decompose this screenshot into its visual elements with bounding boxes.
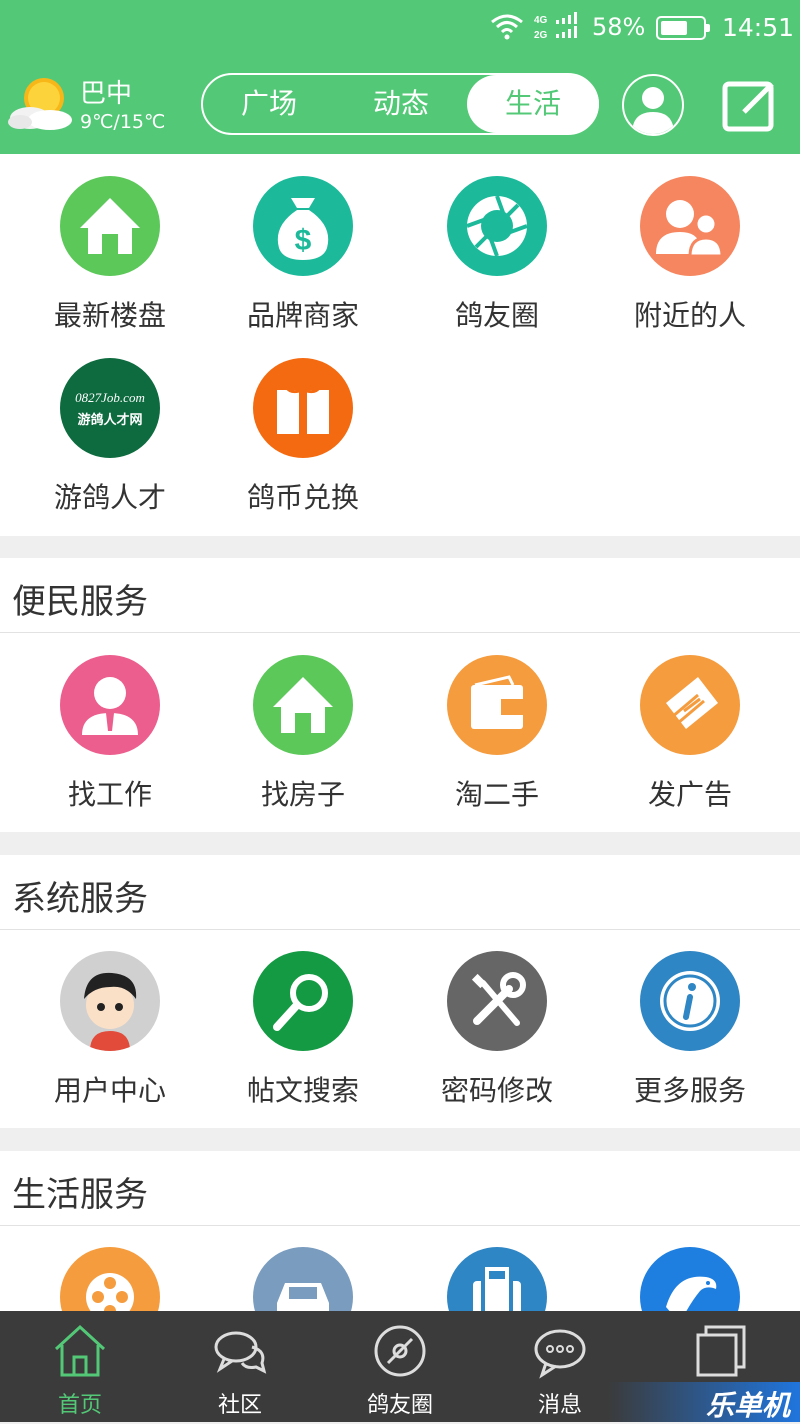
nav-home[interactable]: 首页	[0, 1311, 160, 1422]
grid-item-label: 更多服务	[633, 1074, 746, 1107]
watermark-text: 乐单机	[705, 1389, 790, 1422]
tab-square[interactable]: 广场	[203, 75, 335, 133]
svg-text:0827Job.com: 0827Job.com	[75, 390, 145, 405]
house-icon	[60, 176, 160, 276]
grid-item-label: 游鸽人才	[53, 481, 166, 514]
film-reel-icon	[60, 1247, 160, 1311]
nav-label: 鸽友圈	[366, 1393, 433, 1418]
chat-bubbles-icon	[214, 1331, 267, 1374]
grid-item-label: 淘二手	[454, 778, 539, 811]
tools-icon	[447, 951, 547, 1051]
grid-item-label: 发广告	[647, 778, 732, 811]
svg-text:2G: 2G	[534, 30, 548, 41]
disc-icon	[374, 1325, 426, 1377]
car-icon	[253, 1247, 353, 1311]
status-bar: 4G 2G 58% 14:51	[0, 0, 800, 56]
section-header: 便民服务	[0, 558, 800, 633]
grid-item-label: 鸽币兑换	[246, 481, 359, 514]
nav-community[interactable]: 社区	[160, 1311, 320, 1422]
user-avatar-icon	[632, 87, 674, 134]
grid-item-label: 找房子	[260, 778, 345, 811]
section-system: 系统服务 用户中心 帖文搜索 密码修改 更多服务	[0, 855, 800, 1128]
grid-item-label: 品牌商家	[246, 299, 359, 332]
search-icon	[253, 951, 353, 1051]
battery-percentage: 58%	[592, 13, 646, 41]
svg-text:$: $	[295, 224, 312, 257]
home-icon	[54, 1324, 106, 1377]
newspaper-icon	[640, 655, 740, 755]
top-bar: 4G 2G 58% 14:51 巴中 9℃/15℃ 广场 动态 生活	[0, 0, 800, 154]
segmented-tabs: 广场 动态 生活	[201, 73, 599, 135]
clock: 14:51	[722, 13, 795, 42]
section-convenience: 便民服务 找工作 找房子 淘二手 发广告	[0, 558, 800, 832]
info-icon	[640, 951, 740, 1051]
grid-item-label: 附近的人	[633, 299, 746, 332]
wallet-icon	[447, 655, 547, 755]
grid-item-label: 密码修改	[440, 1074, 553, 1107]
section-title: 生活服务	[12, 1175, 148, 1215]
grid-item-label: 帖文搜索	[246, 1074, 359, 1107]
job-logo-icon: 0827Job.com 游鸽人才网	[60, 358, 160, 458]
tab-dynamics[interactable]: 动态	[335, 75, 467, 133]
battery-icon	[656, 16, 710, 40]
grid-item-label: 鸽友圈	[454, 299, 539, 332]
aperture-icon	[447, 176, 547, 276]
section-life: 生活服务	[0, 1151, 800, 1311]
money-bag-icon: $	[253, 176, 353, 276]
people-icon	[640, 176, 740, 276]
nav-pigeon-circle[interactable]: 鸽友圈	[320, 1311, 480, 1422]
svg-text:游鸽人才网: 游鸽人才网	[77, 412, 142, 428]
grid-item-label: 最新楼盘	[53, 299, 166, 332]
dolphin-icon	[640, 1247, 740, 1311]
wifi-icon	[491, 14, 523, 40]
message-icon	[534, 1329, 586, 1379]
signal-icon: 4G 2G	[534, 12, 577, 41]
watermark: 乐单机	[608, 1382, 800, 1422]
section-title: 便民服务	[12, 582, 148, 622]
section-header: 系统服务	[0, 855, 800, 930]
grid-item-label: 找工作	[67, 778, 152, 811]
weather-city: 巴中	[80, 79, 133, 109]
quick-grid: 最新楼盘 $ 品牌商家 鸽友圈 附近的人 0827Job.com 游鸽人才网 游…	[0, 154, 800, 536]
gift-icon	[253, 358, 353, 458]
windows-icon	[696, 1325, 746, 1377]
section-title: 系统服务	[12, 879, 148, 919]
edit-icon[interactable]	[722, 78, 778, 132]
house-icon	[253, 655, 353, 755]
weather-temperature: 9℃/15℃	[80, 111, 166, 133]
tab-life[interactable]: 生活	[467, 75, 599, 133]
profile-button[interactable]	[622, 74, 684, 136]
svg-text:4G: 4G	[534, 15, 548, 26]
luggage-icon	[447, 1247, 547, 1311]
grid-item-label: 用户中心	[53, 1074, 166, 1107]
partly-cloudy-icon[interactable]	[6, 74, 76, 134]
nav-label: 首页	[57, 1393, 102, 1418]
cartoon-avatar-icon	[60, 951, 160, 1051]
nav-label: 社区	[217, 1393, 262, 1418]
section-header: 生活服务	[0, 1151, 800, 1226]
businessman-icon	[60, 655, 160, 755]
